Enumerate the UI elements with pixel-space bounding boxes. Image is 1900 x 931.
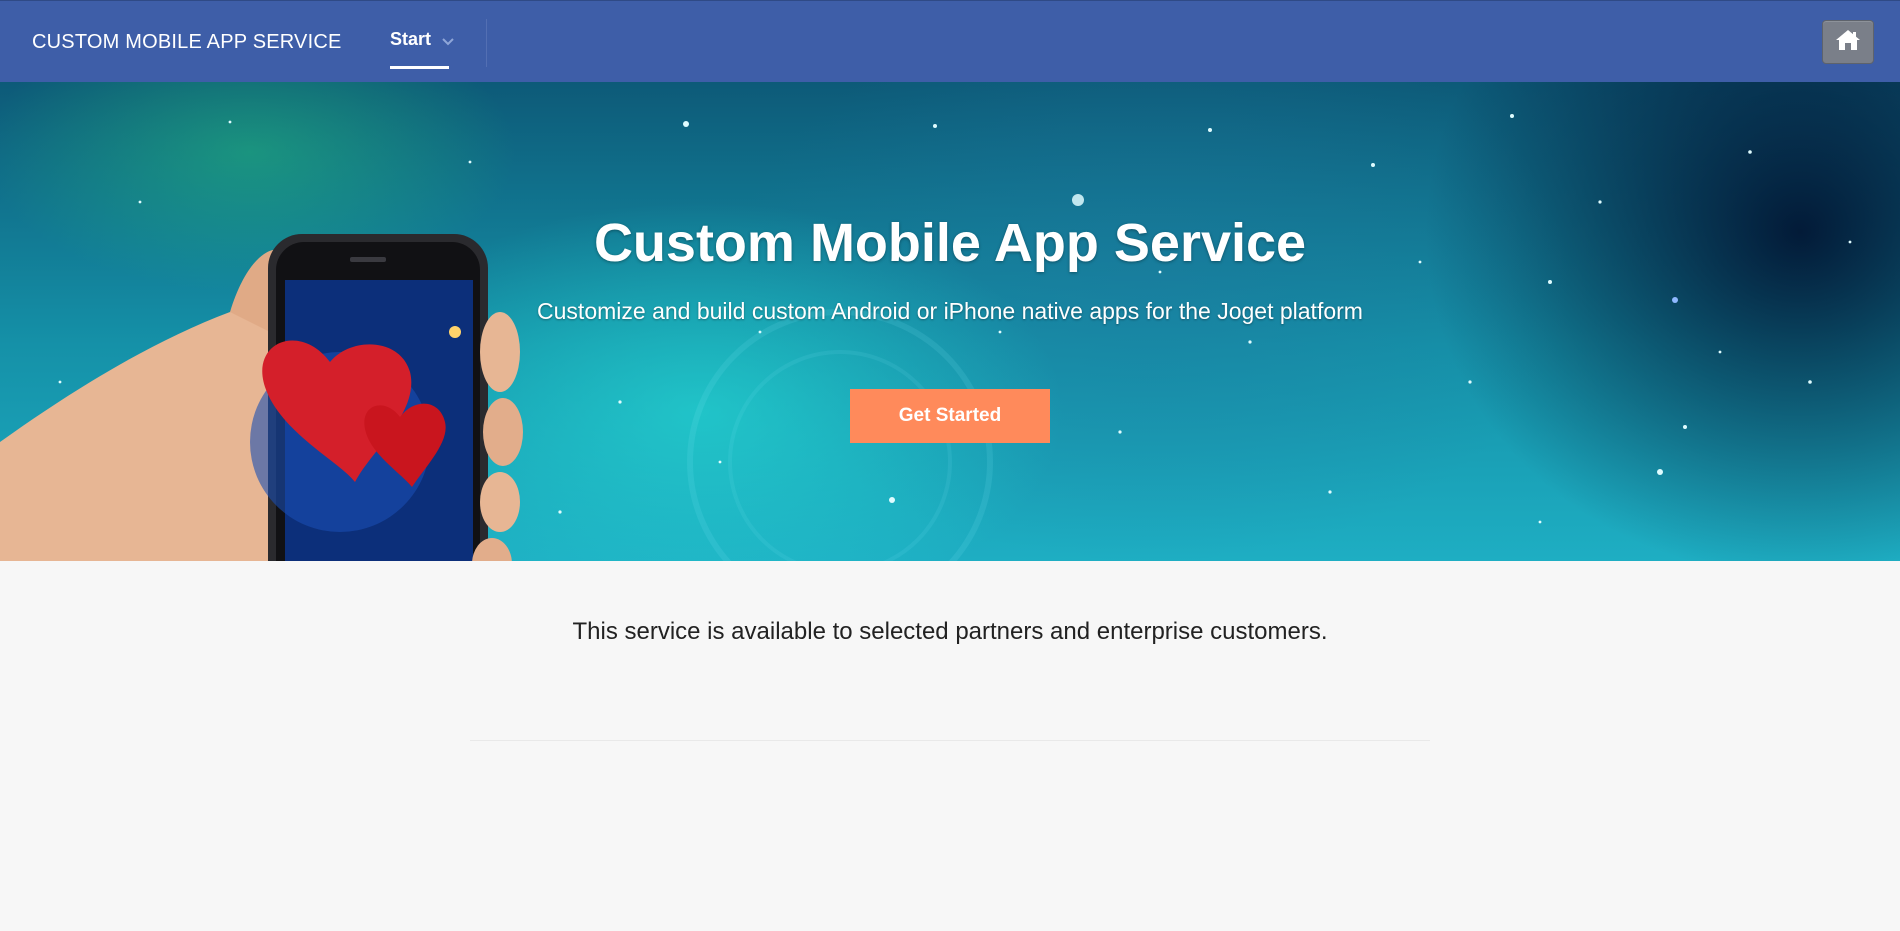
top-navbar: CUSTOM MOBILE APP SERVICE Start	[0, 0, 1900, 82]
nav-divider	[486, 19, 487, 67]
brand-title[interactable]: CUSTOM MOBILE APP SERVICE	[32, 31, 342, 54]
nav-start-label: Start	[390, 29, 432, 49]
home-button[interactable]	[1822, 20, 1874, 64]
hero-banner: Custom Mobile App Service Customize and …	[0, 82, 1900, 561]
hero-subtitle: Customize and build custom Android or iP…	[537, 298, 1363, 324]
get-started-button[interactable]: Get Started	[850, 389, 1050, 443]
chevron-down-icon	[442, 30, 454, 51]
availability-notice: This service is available to selected pa…	[572, 618, 1328, 645]
phone-in-hand-illustration	[0, 234, 523, 561]
nav-start-menu[interactable]: Start	[390, 29, 454, 71]
home-icon	[1834, 28, 1862, 57]
nav-active-indicator	[390, 66, 449, 69]
hero-title: Custom Mobile App Service	[593, 213, 1307, 273]
content-divider	[470, 740, 1430, 741]
